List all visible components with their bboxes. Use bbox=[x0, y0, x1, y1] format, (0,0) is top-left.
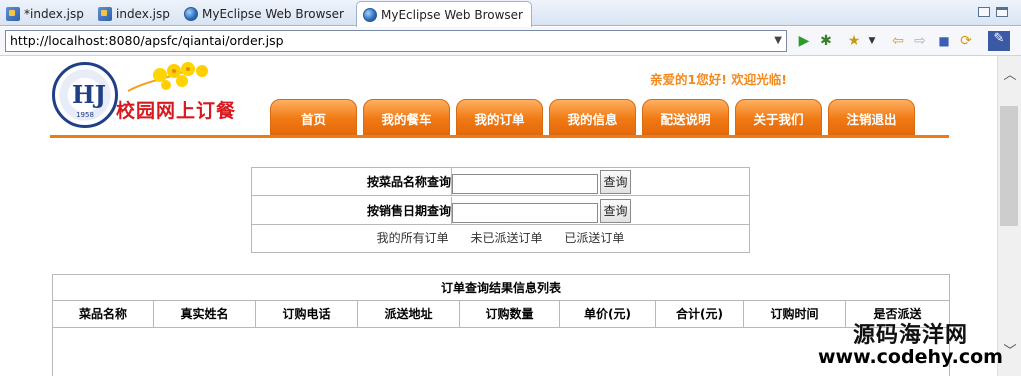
tab-browser-active[interactable]: MyEclipse Web Browser ✕ bbox=[356, 1, 532, 27]
nav-my-orders[interactable]: 我的订单 bbox=[456, 99, 543, 135]
tab-label: *index.jsp bbox=[24, 7, 84, 21]
search-by-date-label: 按销售日期查询 bbox=[366, 204, 451, 218]
order-filter-links: 我的所有订单 未已派送订单 已派送订单 bbox=[252, 225, 749, 253]
editor-tab-bar: *index.jsp index.jsp MyEclipse Web Brows… bbox=[0, 0, 1021, 27]
scroll-down-icon[interactable]: ﹀ bbox=[1002, 344, 1018, 360]
table-header-row: 菜品名称 真实姓名 订购电话 派送地址 订购数量 单价(元) 合计(元) 订购时… bbox=[53, 301, 949, 327]
back-icon[interactable]: ⇦ bbox=[890, 33, 906, 49]
logo-year: 1958 bbox=[76, 111, 94, 119]
go-icon[interactable]: ▶ bbox=[796, 33, 812, 49]
column-header: 合计(元) bbox=[656, 301, 744, 327]
column-header: 订购时间 bbox=[744, 301, 846, 327]
tab-index-jsp-modified[interactable]: *index.jsp bbox=[0, 2, 90, 26]
column-header: 派送地址 bbox=[358, 301, 460, 327]
favorites-icon[interactable]: ★ bbox=[846, 33, 862, 49]
web-page: HJ 1958 校园网上订餐 亲爱的1您好! 欢迎光临! 首页 我的餐车 我的订… bbox=[0, 56, 997, 376]
address-url: http://localhost:8080/apsfc/qiantai/orde… bbox=[10, 33, 284, 48]
stop-icon[interactable]: ■ bbox=[936, 33, 952, 49]
nav-my-info[interactable]: 我的信息 bbox=[549, 99, 636, 135]
sale-date-input[interactable] bbox=[452, 203, 598, 223]
nav-about-us[interactable]: 关于我们 bbox=[735, 99, 822, 135]
browser-globe-icon bbox=[184, 7, 198, 21]
nav-logout[interactable]: 注销退出 bbox=[828, 99, 915, 135]
university-logo: HJ 1958 bbox=[52, 62, 118, 128]
jsp-file-icon bbox=[6, 7, 20, 21]
tab-browser-1[interactable]: MyEclipse Web Browser bbox=[178, 2, 354, 26]
search-by-name-label: 按菜品名称查询 bbox=[366, 175, 451, 189]
scroll-up-icon[interactable]: ︿ bbox=[1002, 68, 1018, 84]
header-divider bbox=[53, 327, 949, 328]
search-by-date-row: 按销售日期查询 查询 bbox=[252, 197, 749, 225]
tab-label: index.jsp bbox=[116, 7, 170, 21]
tab-index-jsp[interactable]: index.jsp bbox=[92, 2, 176, 26]
forward-icon[interactable]: ⇨ bbox=[912, 33, 928, 49]
tab-label: MyEclipse Web Browser bbox=[202, 7, 344, 21]
table-caption: 订单查询结果信息列表 bbox=[53, 275, 949, 301]
maximize-icon[interactable] bbox=[996, 7, 1008, 17]
watermark-url: www.codehy.com bbox=[818, 346, 1003, 368]
order-search-form: 按菜品名称查询 查询 按销售日期查询 查询 我的所有订单 未已派送订单 已派送订… bbox=[251, 167, 750, 253]
scroll-thumb[interactable] bbox=[1000, 106, 1018, 226]
column-header: 订购电话 bbox=[256, 301, 358, 327]
favorites-dropdown-icon[interactable]: ▼ bbox=[864, 33, 880, 49]
flower-decoration-icon bbox=[127, 62, 208, 92]
watermark-text: 源码海洋网 bbox=[853, 323, 969, 348]
browser-toolbar: http://localhost:8080/apsfc/qiantai/orde… bbox=[0, 27, 1021, 56]
welcome-message: 亲爱的1您好! 欢迎光临! bbox=[650, 72, 787, 87]
dish-name-input[interactable] bbox=[452, 174, 598, 194]
main-nav: 首页 我的餐车 我的订单 我的信息 配送说明 关于我们 注销退出 bbox=[270, 99, 950, 135]
refresh-icon[interactable]: ⟳ bbox=[958, 33, 974, 49]
column-header: 真实姓名 bbox=[154, 301, 256, 327]
browser-globe-icon bbox=[363, 7, 377, 22]
order-results-table: 订单查询结果信息列表 菜品名称 真实姓名 订购电话 派送地址 订购数量 单价(元… bbox=[52, 274, 950, 376]
logo-mark: HJ bbox=[72, 80, 107, 109]
column-header: 订购数量 bbox=[460, 301, 560, 327]
undelivered-orders-link[interactable]: 未已派送订单 bbox=[470, 231, 542, 245]
vertical-scrollbar[interactable]: ︿ ﹀ bbox=[997, 56, 1021, 376]
nav-underline bbox=[50, 135, 949, 138]
address-input[interactable]: http://localhost:8080/apsfc/qiantai/orde… bbox=[5, 30, 787, 52]
search-by-name-row: 按菜品名称查询 查询 bbox=[252, 168, 749, 196]
nav-my-cart[interactable]: 我的餐车 bbox=[363, 99, 450, 135]
column-header: 单价(元) bbox=[560, 301, 656, 327]
column-header: 菜品名称 bbox=[53, 301, 154, 327]
site-title: 校园网上订餐 bbox=[116, 100, 237, 122]
debug-icon[interactable]: ✱ bbox=[818, 33, 834, 49]
minimize-icon[interactable] bbox=[978, 7, 990, 17]
nav-home[interactable]: 首页 bbox=[270, 99, 357, 135]
close-icon[interactable]: ✕ bbox=[529, 7, 531, 22]
chevron-down-icon[interactable]: ▼ bbox=[774, 31, 782, 51]
tab-label: MyEclipse Web Browser bbox=[381, 7, 523, 22]
delivered-orders-link[interactable]: 已派送订单 bbox=[564, 231, 624, 245]
nav-delivery-info[interactable]: 配送说明 bbox=[642, 99, 729, 135]
all-orders-link[interactable]: 我的所有订单 bbox=[377, 231, 449, 245]
eclipse-icon[interactable]: ✎ bbox=[988, 31, 1010, 51]
search-by-date-button[interactable]: 查询 bbox=[600, 199, 631, 223]
jsp-file-icon bbox=[98, 7, 112, 21]
search-by-name-button[interactable]: 查询 bbox=[600, 170, 631, 194]
